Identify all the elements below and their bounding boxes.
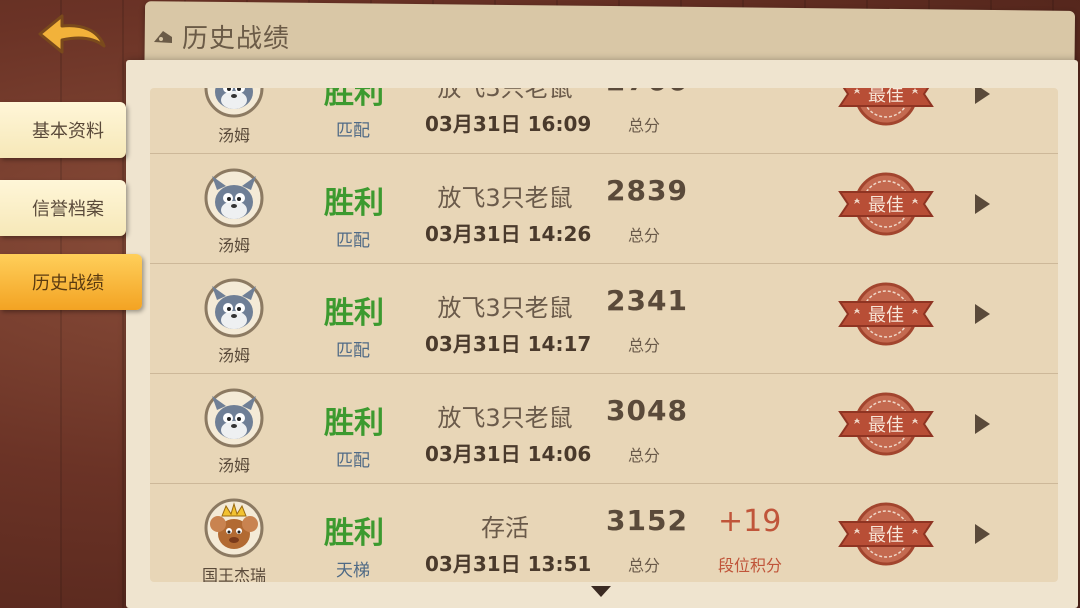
tab-label: 信誉档案 (32, 199, 104, 220)
best-badge-icon: 最佳 (836, 496, 936, 572)
cheese-icon (154, 30, 172, 43)
match-mode: 天梯 (336, 561, 370, 581)
match-summary: 放飞3只老鼠 (437, 184, 573, 212)
row-expand-arrow-icon[interactable] (972, 412, 992, 436)
title-bar: 历史战绩 (152, 18, 290, 55)
match-datetime: 03月31日 14:26 (425, 222, 592, 246)
badge-text: 最佳 (868, 195, 904, 216)
best-badge-icon: 最佳 (836, 276, 936, 352)
page-title: 历史战绩 (182, 24, 291, 54)
tab-label: 基本资料 (32, 121, 104, 142)
row-expand-arrow-icon[interactable] (972, 522, 992, 546)
tab-credit-record[interactable]: 信誉档案 (0, 180, 126, 236)
badge-text: 最佳 (868, 525, 904, 546)
badge-text: 最佳 (868, 415, 904, 436)
scroll-down-arrow-icon[interactable] (590, 584, 612, 598)
back-arrow-icon[interactable] (36, 12, 108, 58)
match-row[interactable]: 汤姆 胜利 匹配 放飞3只老鼠 03月31日 14:17 2341 总分 最佳 (150, 264, 1058, 374)
total-score: 3048 (606, 394, 688, 427)
tom-avatar-icon (204, 388, 264, 448)
match-datetime: 03月31日 13:51 (425, 552, 592, 576)
king-jerry-avatar-icon (204, 498, 264, 558)
badge-text: 最佳 (868, 88, 904, 106)
match-datetime: 03月31日 14:17 (425, 332, 592, 356)
score-label: 总分 (628, 226, 661, 245)
match-summary: 存活 (481, 514, 529, 542)
score-label: 总分 (628, 446, 661, 465)
match-result: 胜利 (324, 516, 384, 551)
match-mode: 匹配 (336, 451, 370, 471)
score-label: 总分 (628, 336, 661, 355)
best-badge-icon: 最佳 (836, 166, 936, 242)
row-expand-arrow-icon[interactable] (972, 302, 992, 326)
total-score: 2766 (606, 88, 688, 97)
match-row[interactable]: 汤姆 胜利 匹配 放飞3只老鼠 03月31日 14:06 3048 总分 最佳 (150, 374, 1058, 484)
tab-match-history[interactable]: 历史战绩 (0, 254, 142, 310)
tom-avatar-icon (204, 88, 264, 118)
total-score: 2341 (606, 284, 688, 317)
tom-avatar-icon (204, 168, 264, 228)
match-row[interactable]: 汤姆 胜利 匹配 放飞3只老鼠 03月31日 14:26 2839 总分 最佳 (150, 154, 1058, 264)
row-expand-arrow-icon[interactable] (972, 88, 992, 106)
match-mode: 匹配 (336, 121, 370, 141)
character-name: 国王杰瑞 (201, 566, 266, 582)
score-label: 总分 (628, 116, 661, 135)
total-score: 2839 (606, 174, 688, 207)
match-summary: 放飞3只老鼠 (437, 404, 573, 432)
match-summary: 放飞3只老鼠 (437, 294, 573, 322)
match-summary: 放飞3只老鼠 (437, 88, 573, 102)
match-result: 胜利 (324, 406, 384, 441)
match-result: 胜利 (324, 296, 384, 331)
match-row[interactable]: 国王杰瑞 胜利 天梯 存活 03月31日 13:51 3152 总分 +19 段… (150, 484, 1058, 582)
match-mode: 匹配 (336, 341, 370, 361)
best-badge-icon: 最佳 (836, 88, 936, 132)
character-name: 汤姆 (217, 236, 250, 255)
match-mode: 匹配 (336, 231, 370, 251)
character-name: 汤姆 (217, 126, 250, 145)
badge-text: 最佳 (868, 305, 904, 326)
total-score: 3152 (606, 504, 688, 537)
score-label: 总分 (628, 556, 661, 575)
tab-basic-info[interactable]: 基本资料 (0, 102, 126, 158)
match-result: 胜利 (324, 186, 384, 221)
best-badge-icon: 最佳 (836, 386, 936, 462)
match-datetime: 03月31日 14:06 (425, 442, 592, 466)
character-name: 汤姆 (217, 346, 250, 365)
rank-points-change: +19 (718, 504, 782, 539)
character-name: 汤姆 (217, 456, 250, 475)
match-history-list[interactable]: 汤姆 胜利 匹配 放飞3只老鼠 03月31日 16:09 2766 总分 最佳 … (150, 88, 1058, 582)
tab-label: 历史战绩 (32, 273, 104, 294)
tom-avatar-icon (204, 278, 264, 338)
rank-points-label: 段位积分 (718, 556, 783, 575)
match-row[interactable]: 汤姆 胜利 匹配 放飞3只老鼠 03月31日 16:09 2766 总分 最佳 (150, 88, 1058, 154)
match-result: 胜利 (324, 88, 384, 111)
row-expand-arrow-icon[interactable] (972, 192, 992, 216)
match-datetime: 03月31日 16:09 (425, 112, 592, 136)
